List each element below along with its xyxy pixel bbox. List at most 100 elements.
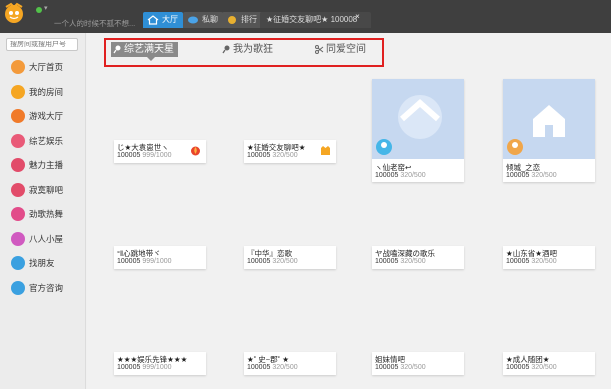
room-occupancy: 320/500: [272, 258, 298, 265]
search-box[interactable]: [6, 38, 78, 51]
sidebar-item-1[interactable]: 我的房间: [0, 81, 86, 103]
room-card[interactable]: じ★大袁崽世ヽ 100005 999/1000: [114, 140, 206, 163]
room-id-occupancy: 100005 320/500: [247, 258, 298, 265]
room-id-occupancy: 100005 320/500: [506, 172, 557, 179]
game-icon: [11, 109, 25, 123]
app-logo-icon: [5, 2, 23, 23]
room-id-occupancy: 100005 320/500: [247, 152, 298, 159]
room-occupancy: 999/1000: [142, 364, 172, 371]
room-occupancy: 999/1000: [142, 258, 172, 265]
sidebar-item-label: 寂寞聊吧: [29, 184, 64, 195]
tab-label: 大厅: [162, 15, 178, 24]
dance-icon: [11, 207, 25, 221]
sidebar-item-5[interactable]: 寂寞聊吧: [0, 179, 86, 201]
room-card[interactable]: ★˚ 史~郡˚ ★ 100005 320/500: [244, 352, 336, 375]
sidebar-item-4[interactable]: 魅力主播: [0, 154, 86, 176]
room-occupancy: 320/500: [531, 172, 557, 179]
sidebar-item-9[interactable]: 官方咨询: [0, 277, 86, 299]
room-id-occupancy: 100005 320/500: [247, 364, 298, 371]
room-id: 100005: [117, 258, 141, 265]
room-occupancy: 320/500: [400, 172, 426, 179]
room-id: 100005: [506, 258, 530, 265]
fire-badge-icon: [190, 145, 201, 156]
sidebar-item-label: 劲歌热舞: [29, 209, 64, 219]
room-card[interactable]: ★山东省★酒吧 100005 320/500: [503, 246, 595, 269]
tab-ranking[interactable]: 排行: [222, 12, 262, 28]
room-thumbnail[interactable]: [503, 79, 595, 159]
room-occupancy: 999/1000: [142, 152, 172, 159]
tab-singing[interactable]: 我为歌狂: [220, 42, 277, 57]
room-card[interactable]: ★征婚交友聊吧★ 100005 320/500: [244, 140, 336, 163]
sidebar-item-label: 八人小屋: [29, 233, 64, 244]
star-icon: [11, 84, 25, 99]
info-icon: [11, 280, 25, 295]
tab-label: 私聊: [202, 15, 218, 24]
sidebar-item-7[interactable]: 八人小屋: [0, 228, 86, 250]
room-occupancy: 320/500: [272, 364, 298, 371]
room-id: 100005: [247, 364, 271, 371]
close-icon[interactable]: ×: [353, 12, 362, 21]
tab-lobby[interactable]: 大厅: [143, 12, 183, 28]
main-content: 综艺满天星 我为歌狂 同爱空间 じ★大袁崽世ヽ 100005 999/1000 ★征…: [87, 33, 611, 389]
room-occupancy: 320/500: [531, 364, 557, 371]
room-card[interactable]: 『中华』恋歌 100005 320/500: [244, 246, 336, 269]
room-id: 100005: [247, 258, 271, 265]
room-id-occupancy: 100005 320/500: [375, 172, 426, 179]
room-id: 100005: [506, 364, 530, 371]
sidebar-item-label: 我的房间: [29, 86, 64, 97]
user-signature[interactable]: 一个人的时候不孤不想...: [54, 18, 135, 29]
tab-private-chat[interactable]: 私聊: [183, 12, 223, 28]
sidebar-item-3[interactable]: 综艺娱乐: [0, 130, 86, 152]
room-id-occupancy: 100005 999/1000: [117, 258, 172, 265]
room-occupancy: 320/500: [531, 258, 557, 265]
active-tab-pointer: [147, 57, 155, 61]
search-input[interactable]: [10, 41, 74, 48]
people-icon: [11, 231, 25, 246]
tab-label: 我为歌狂: [233, 44, 273, 55]
sidebar-item-2[interactable]: 游戏大厅: [0, 105, 86, 127]
room-id: 100005: [117, 364, 141, 371]
room-id: 100005: [375, 364, 399, 371]
room-id-occupancy: 100005 320/500: [506, 258, 557, 265]
tab-label: 排行: [241, 15, 257, 24]
room-id-occupancy: 100005 999/1000: [117, 152, 172, 159]
room-id: 100005: [247, 152, 271, 159]
sidebar-item-0[interactable]: 大厅首页: [0, 56, 86, 78]
sidebar-item-label: 综艺娱乐: [29, 135, 64, 146]
mic-icon: [113, 45, 121, 54]
room-card[interactable]: ヤ战嗑深藏の歌乐 100005 320/500: [372, 246, 464, 269]
tab-variety-stars[interactable]: 综艺满天星: [111, 42, 178, 57]
room-card[interactable]: ★★★娱乐先锋★★★ 100005 999/1000: [114, 352, 206, 375]
room-card[interactable]: 姐妹情吧 100005 320/500: [372, 352, 464, 375]
tab-same-love-space[interactable]: 同爱空间: [313, 42, 370, 57]
music-icon: [11, 133, 25, 148]
room-thumbnail[interactable]: [372, 79, 464, 159]
sidebar-item-label: 游戏大厅: [29, 111, 64, 121]
sidebar-item-label: 大厅首页: [29, 62, 64, 72]
friends-icon: [11, 256, 25, 270]
sidebar-item-label: 找朋友: [29, 258, 55, 268]
sidebar-item-8[interactable]: 找朋友: [0, 252, 86, 274]
anchor-icon: [11, 158, 25, 172]
room-id: 100005: [375, 172, 399, 179]
chevron-down-icon[interactable]: ▾: [44, 4, 48, 12]
room-id: 100005: [375, 258, 399, 265]
room-tab-label: ★征婚交友聊吧★ 100008: [266, 15, 358, 24]
scissors-icon: [315, 45, 324, 54]
room-id-occupancy: 100005 320/500: [375, 364, 426, 371]
rank-medal-icon: [228, 16, 236, 24]
sidebar-item-6[interactable]: 劲歌热舞: [0, 203, 86, 225]
room-occupancy: 320/500: [272, 152, 298, 159]
room-id: 100005: [506, 172, 530, 179]
room-id-occupancy: 100005 320/500: [375, 258, 426, 265]
home-icon: [147, 15, 159, 25]
room-card[interactable]: °‖心跳地带ヾ 100005 999/1000: [114, 246, 206, 269]
room-id: 100005: [117, 152, 141, 159]
home-icon: [11, 60, 25, 74]
room-card[interactable]: ヽ仙老窑↩ 100005 320/500: [372, 79, 464, 182]
room-card[interactable]: 倾城_之恋 100005 320/500: [503, 79, 595, 182]
sidebar-item-label: 魅力主播: [29, 160, 64, 170]
online-status-icon[interactable]: [36, 7, 42, 13]
crown-badge-icon: [320, 145, 331, 156]
room-card[interactable]: ★成人随团★ 100005 320/500: [503, 352, 595, 375]
